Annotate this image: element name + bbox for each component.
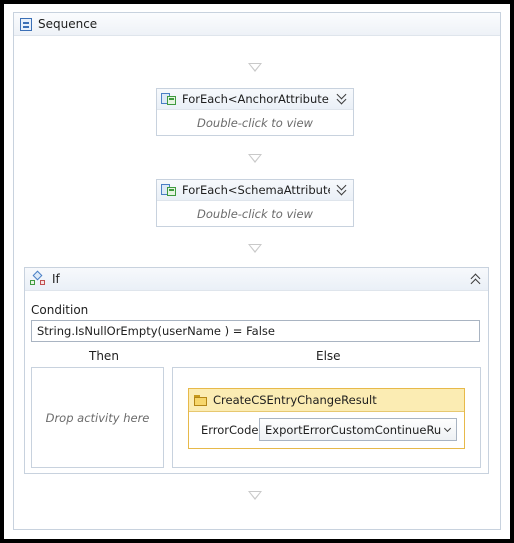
create-cs-entry-change-result-activity[interactable]: CreateCSEntryChangeResult ErrorCode Expo… xyxy=(188,388,465,449)
chevron-down-icon[interactable] xyxy=(442,423,456,437)
activity-title: ForEach<SchemaAttribute> xyxy=(182,183,330,197)
drop-arrow-3[interactable] xyxy=(248,244,262,253)
foreach-schema-activity[interactable]: ForEach<SchemaAttribute> Double-click to… xyxy=(156,179,354,227)
error-code-select[interactable]: ExportErrorCustomContinueRun xyxy=(259,418,457,441)
condition-label: Condition xyxy=(31,303,89,317)
drop-arrow-4[interactable] xyxy=(248,491,262,500)
error-code-value: ExportErrorCustomContinueRun xyxy=(265,422,442,437)
drop-arrow-2[interactable] xyxy=(248,154,262,163)
sequence-header[interactable]: Sequence xyxy=(14,13,500,36)
activity-hint: Double-click to view xyxy=(197,116,313,130)
drop-arrow-1[interactable] xyxy=(248,63,262,72)
else-container[interactable]: CreateCSEntryChangeResult ErrorCode Expo… xyxy=(172,367,481,468)
workflow-designer-canvas: Sequence ForEach<AnchorAttribute> Double… xyxy=(4,4,510,539)
sequence-title: Sequence xyxy=(38,17,98,31)
if-header[interactable]: If xyxy=(25,268,488,291)
activity-icon xyxy=(194,394,207,406)
if-icon xyxy=(30,270,46,286)
else-label: Else xyxy=(316,349,341,363)
sequence-icon xyxy=(20,17,32,31)
error-code-label: ErrorCode xyxy=(201,423,259,437)
foreach-anchor-activity[interactable]: ForEach<AnchorAttribute> Double-click to… xyxy=(156,88,354,136)
activity-title: ForEach<AnchorAttribute> xyxy=(182,92,330,106)
if-title: If xyxy=(52,272,60,286)
activity-hint: Double-click to view xyxy=(197,207,313,221)
expand-chevron-icon[interactable] xyxy=(335,92,349,106)
foreach-icon xyxy=(161,92,177,106)
then-label: Then xyxy=(89,349,119,363)
if-activity[interactable]: If Condition String.IsNullOrEmpty(userNa… xyxy=(24,267,489,474)
collapse-chevron-icon[interactable] xyxy=(469,272,483,286)
foreach-icon xyxy=(161,183,177,197)
condition-input[interactable]: String.IsNullOrEmpty(userName ) = False xyxy=(31,320,480,342)
then-drop-zone[interactable]: Drop activity here xyxy=(31,367,164,468)
activity-title: CreateCSEntryChangeResult xyxy=(213,393,377,407)
expand-chevron-icon[interactable] xyxy=(335,183,349,197)
